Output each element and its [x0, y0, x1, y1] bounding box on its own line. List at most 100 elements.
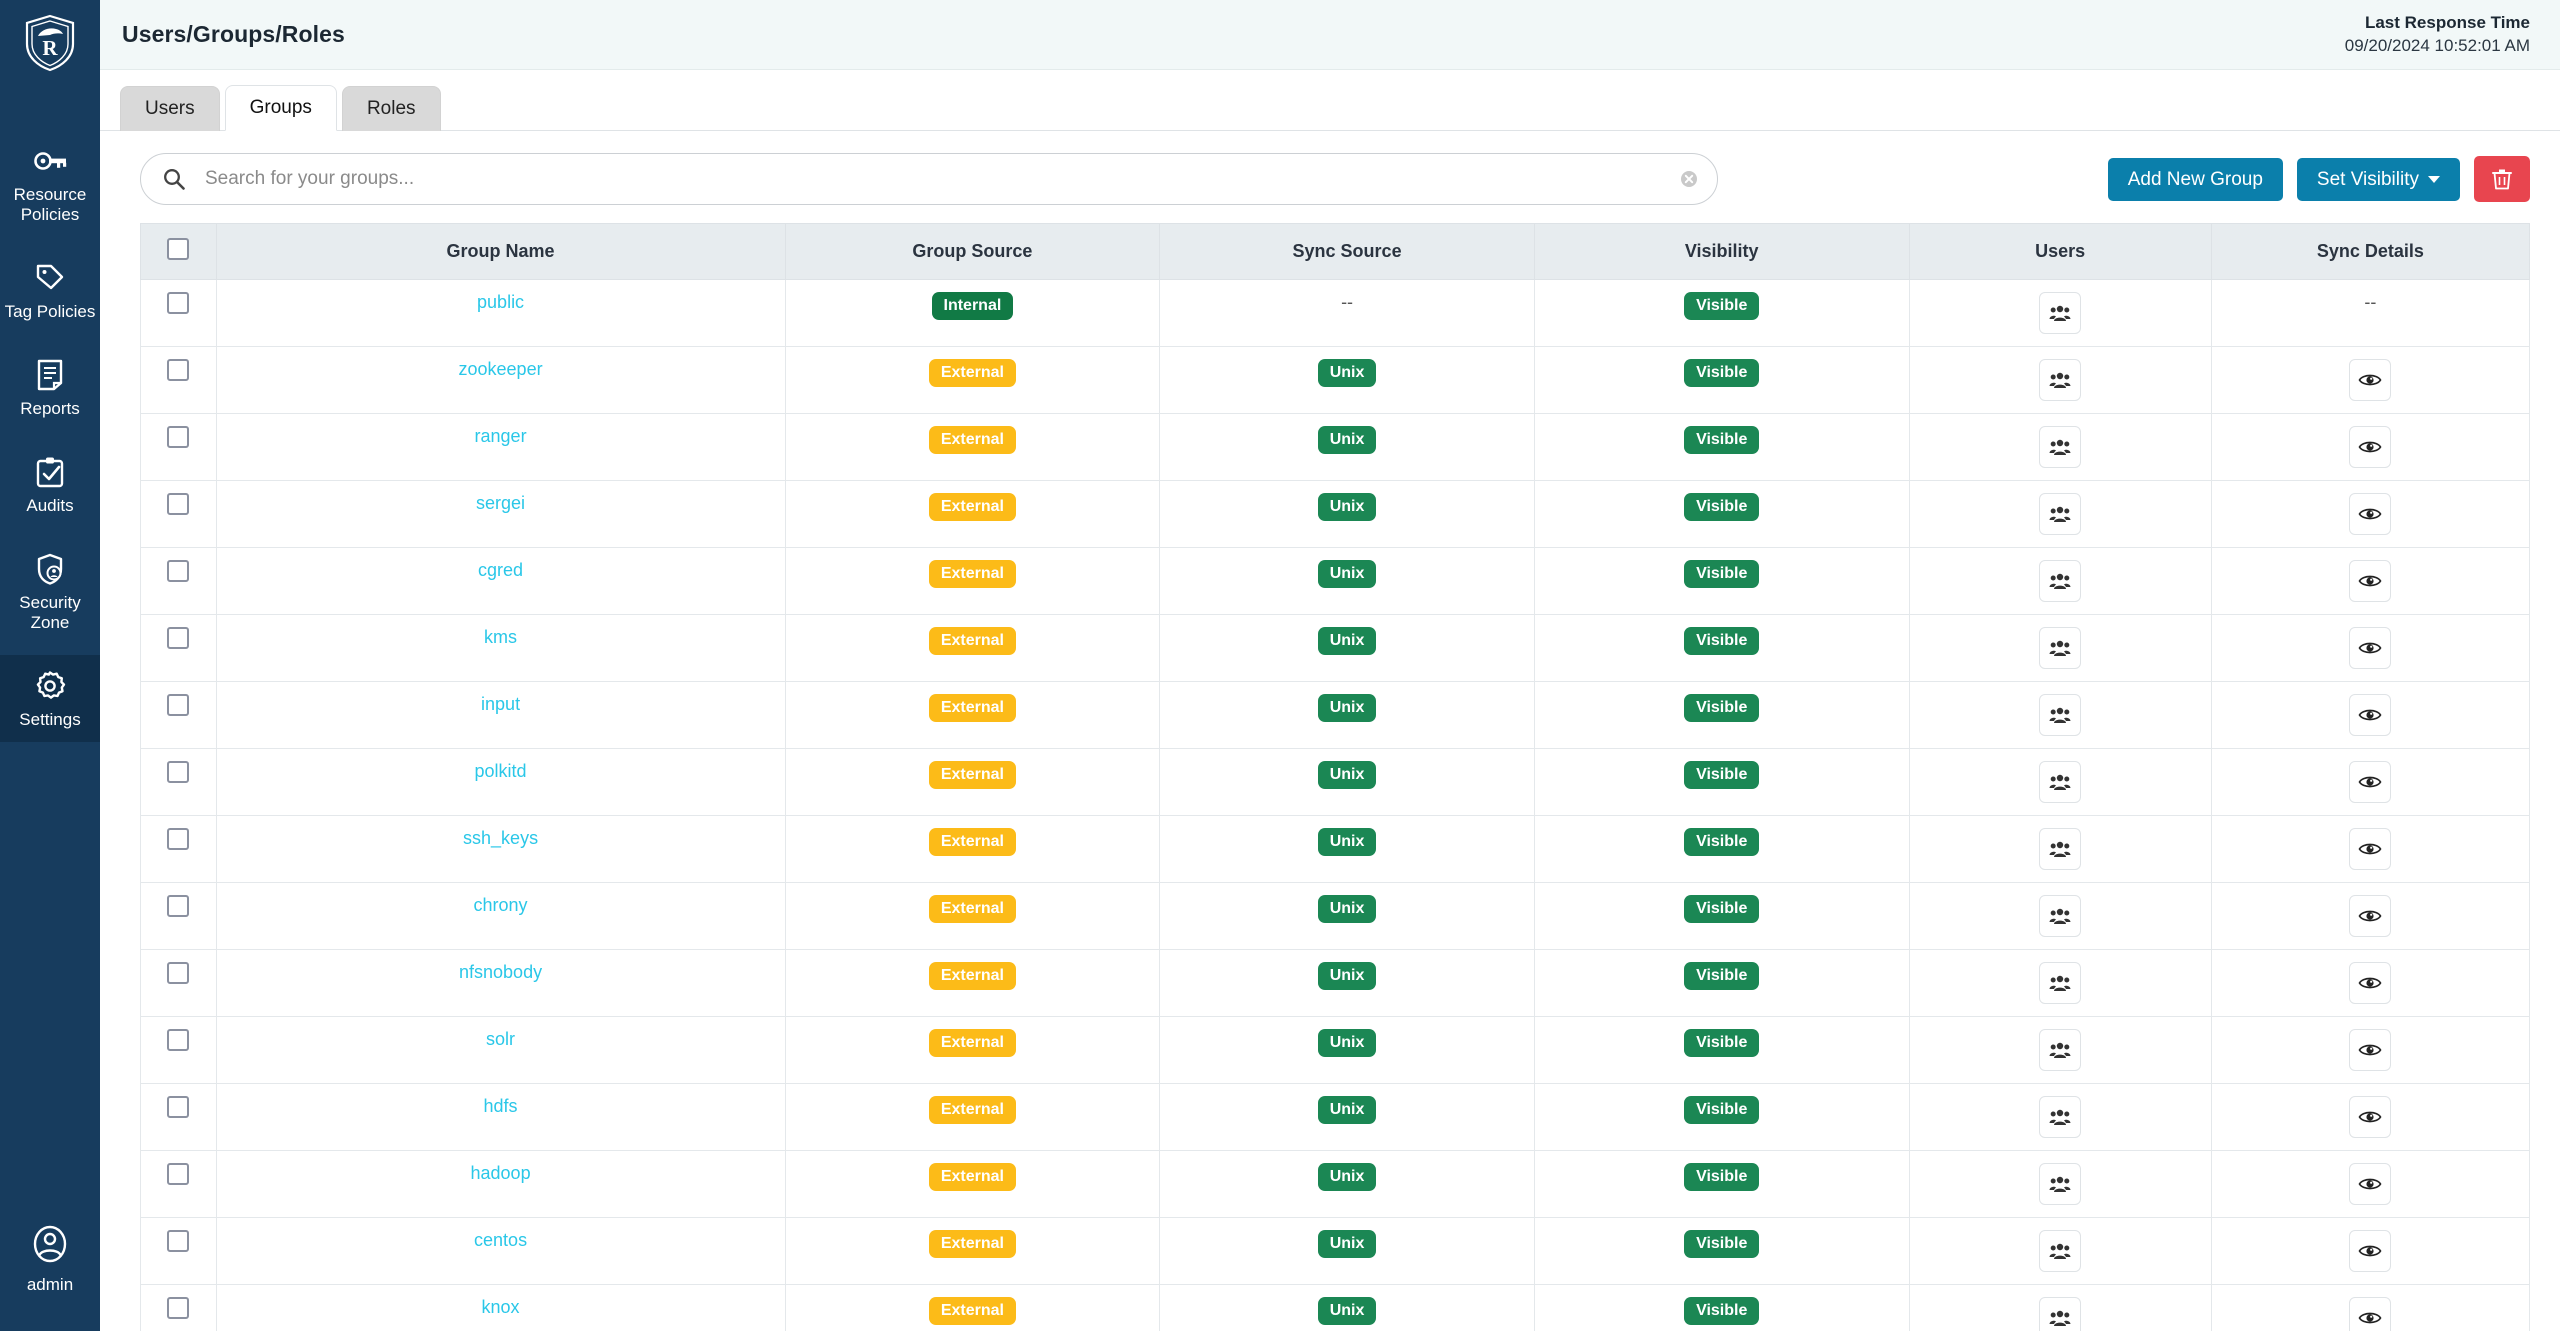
column-header-group-name[interactable]: Group Name [215, 223, 786, 280]
visibility-badge[interactable]: Visible [1684, 1163, 1760, 1191]
column-header-sync-details[interactable]: Sync Details [2210, 223, 2531, 280]
group-name-link[interactable]: ranger [475, 426, 527, 446]
group-name-link[interactable]: nfsnobody [459, 962, 542, 982]
row-checkbox[interactable] [167, 962, 190, 984]
visibility-badge[interactable]: Visible [1684, 1029, 1760, 1057]
visibility-badge[interactable]: Visible [1684, 895, 1760, 923]
column-header-users[interactable]: Users [1908, 223, 2212, 280]
row-checkbox[interactable] [167, 426, 190, 448]
group-name-link[interactable]: kms [484, 627, 517, 647]
users-group-button[interactable] [2039, 895, 2082, 937]
visibility-badge[interactable]: Visible [1684, 828, 1760, 856]
users-group-button[interactable] [2039, 426, 2082, 468]
group-name-link[interactable]: centos [474, 1230, 527, 1250]
group-name-link[interactable]: hadoop [471, 1163, 531, 1183]
group-name-link[interactable]: hdfs [484, 1096, 518, 1116]
sync-details-button[interactable] [2349, 828, 2392, 870]
row-checkbox[interactable] [167, 828, 190, 850]
sync-details-button[interactable] [2349, 694, 2392, 736]
group-name-link[interactable]: zookeeper [459, 359, 543, 379]
sync-details-button[interactable] [2349, 560, 2392, 602]
group-name-link[interactable]: cgred [478, 560, 523, 580]
clear-circle-icon[interactable] [1679, 169, 1699, 189]
sidebar-item-tag-policies[interactable]: Tag Policies [0, 247, 100, 334]
visibility-badge[interactable]: Visible [1684, 962, 1760, 990]
row-checkbox[interactable] [167, 493, 190, 515]
visibility-badge[interactable]: Visible [1684, 426, 1760, 454]
sidebar-item-audits[interactable]: Audits [0, 441, 100, 528]
group-name-link[interactable]: chrony [474, 895, 528, 915]
row-checkbox[interactable] [167, 1096, 190, 1118]
users-group-button[interactable] [2039, 694, 2082, 736]
set-visibility-dropdown-button[interactable]: Set Visibility [2296, 157, 2460, 201]
users-group-button[interactable] [2039, 493, 2082, 535]
row-checkbox[interactable] [167, 292, 190, 314]
users-group-button[interactable] [2039, 828, 2082, 870]
users-group-button[interactable] [2039, 1163, 2082, 1205]
sidebar-item-resource-policies[interactable]: Resource Policies [0, 130, 100, 237]
sync-details-button[interactable] [2349, 493, 2392, 535]
group-name-link[interactable]: knox [482, 1297, 520, 1317]
row-checkbox[interactable] [167, 1230, 190, 1252]
sync-details-button[interactable] [2349, 895, 2392, 937]
sync-details-button[interactable] [2349, 1230, 2392, 1272]
group-name-link[interactable]: polkitd [475, 761, 527, 781]
visibility-badge[interactable]: Visible [1684, 292, 1760, 320]
sync-details-button[interactable] [2349, 1029, 2392, 1071]
visibility-badge[interactable]: Visible [1684, 1297, 1760, 1325]
search-input[interactable] [205, 168, 1671, 190]
app-logo[interactable]: R [23, 14, 77, 72]
sync-details-button[interactable] [2349, 1096, 2392, 1138]
visibility-badge[interactable]: Visible [1684, 493, 1760, 521]
sync-details-button[interactable] [2349, 1297, 2392, 1331]
users-group-button[interactable] [2039, 962, 2082, 1004]
row-checkbox[interactable] [167, 1029, 190, 1051]
sidebar-item-reports[interactable]: Reports [0, 344, 100, 431]
tab-groups[interactable]: Groups [224, 85, 337, 131]
row-checkbox[interactable] [167, 1163, 190, 1185]
visibility-badge[interactable]: Visible [1684, 1096, 1760, 1124]
sync-details-button[interactable] [2349, 962, 2392, 1004]
delete-selected-button[interactable] [2474, 156, 2530, 202]
users-group-button[interactable] [2039, 627, 2082, 669]
visibility-badge[interactable]: Visible [1684, 694, 1760, 722]
row-checkbox[interactable] [167, 359, 190, 381]
group-name-link[interactable]: solr [486, 1029, 515, 1049]
row-checkbox[interactable] [167, 560, 190, 582]
column-header-sync-source[interactable]: Sync Source [1159, 223, 1535, 280]
tab-users[interactable]: Users [120, 86, 220, 131]
row-checkbox[interactable] [167, 627, 190, 649]
users-group-button[interactable] [2039, 1230, 2082, 1272]
column-header-group-source[interactable]: Group Source [784, 223, 1161, 280]
group-name-link[interactable]: input [481, 694, 520, 714]
users-group-button[interactable] [2039, 1297, 2082, 1331]
column-header-visibility[interactable]: Visibility [1533, 223, 1910, 280]
row-checkbox[interactable] [167, 761, 190, 783]
users-group-button[interactable] [2039, 292, 2082, 334]
visibility-badge[interactable]: Visible [1684, 560, 1760, 588]
sync-details-button[interactable] [2349, 1163, 2392, 1205]
select-all-checkbox[interactable] [167, 238, 190, 260]
tab-roles[interactable]: Roles [341, 86, 441, 131]
sync-details-button[interactable] [2349, 359, 2392, 401]
users-group-button[interactable] [2039, 1096, 2082, 1138]
visibility-badge[interactable]: Visible [1684, 627, 1760, 655]
users-group-button[interactable] [2039, 761, 2082, 803]
sync-details-button[interactable] [2349, 627, 2392, 669]
sidebar-user-menu[interactable]: admin [0, 1225, 100, 1331]
users-group-button[interactable] [2039, 1029, 2082, 1071]
sync-details-button[interactable] [2349, 426, 2392, 468]
row-checkbox[interactable] [167, 694, 190, 716]
sync-details-button[interactable] [2349, 761, 2392, 803]
row-checkbox[interactable] [167, 895, 190, 917]
group-name-link[interactable]: sergei [476, 493, 525, 513]
add-new-group-button[interactable]: Add New Group [2107, 157, 2283, 201]
visibility-badge[interactable]: Visible [1684, 761, 1760, 789]
row-checkbox[interactable] [167, 1297, 190, 1319]
search-box[interactable] [140, 153, 1718, 205]
sidebar-item-settings[interactable]: Settings [0, 655, 100, 742]
sidebar-item-security-zone[interactable]: Security Zone [0, 538, 100, 645]
visibility-badge[interactable]: Visible [1684, 1230, 1760, 1258]
group-name-link[interactable]: public [477, 292, 524, 312]
group-name-link[interactable]: ssh_keys [463, 828, 538, 848]
